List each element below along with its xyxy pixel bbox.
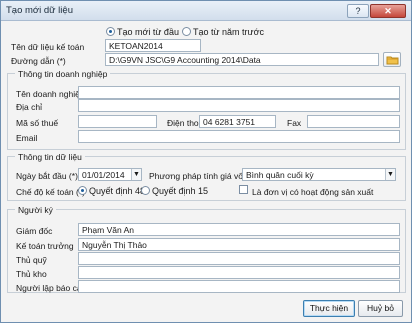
cashier-label: Thủ quỹ bbox=[16, 255, 47, 265]
director-input[interactable]: Phạm Văn An bbox=[78, 223, 400, 236]
data-info-section-title: Thông tin dữ liệu bbox=[15, 152, 85, 162]
production-unit-checkbox[interactable] bbox=[239, 185, 248, 194]
radio-selected-icon bbox=[78, 186, 87, 196]
company-address-label: Địa chỉ bbox=[16, 102, 42, 112]
chief-accountant-input[interactable]: Nguyễn Thị Thảo bbox=[78, 238, 400, 251]
execute-button[interactable]: Thực hiện bbox=[303, 300, 355, 317]
phone-input[interactable]: 04 6281 3751 bbox=[199, 115, 276, 128]
company-address-input[interactable] bbox=[78, 99, 400, 112]
radio-decision-15[interactable]: Quyết định 15 bbox=[141, 185, 208, 197]
database-path-label: Đường dẫn (*) bbox=[11, 56, 66, 66]
from-previous-year-label: Tạo từ năm trước bbox=[193, 26, 264, 37]
decision-48-label: Quyết định 48 bbox=[89, 185, 146, 196]
report-preparer-input[interactable] bbox=[78, 280, 400, 293]
start-date-value: 01/01/2014 bbox=[82, 170, 125, 180]
folder-icon bbox=[386, 56, 399, 65]
director-label: Giám đốc bbox=[16, 226, 53, 236]
title-bar: Tạo mới dữ liệu ? ✕ bbox=[1, 1, 411, 21]
decision-15-label: Quyết định 15 bbox=[152, 185, 209, 196]
email-input[interactable] bbox=[78, 130, 400, 143]
company-name-input[interactable] bbox=[78, 86, 400, 99]
radio-from-previous-year[interactable]: Tạo từ năm trước bbox=[182, 26, 264, 38]
accounting-regime-label: Chế độ kế toán (*) bbox=[16, 187, 85, 197]
cancel-button[interactable]: Huỷ bỏ bbox=[358, 300, 403, 317]
production-unit-label: Là đơn vị có hoạt động sản xuất bbox=[252, 187, 374, 197]
chief-accountant-label: Kế toán trưởng bbox=[16, 241, 74, 251]
cashier-input[interactable] bbox=[78, 252, 400, 265]
browse-folder-button[interactable] bbox=[383, 52, 401, 67]
radio-selected-icon bbox=[106, 27, 115, 37]
window-title: Tạo mới dữ liệu bbox=[6, 5, 73, 16]
radio-unselected-icon bbox=[141, 186, 150, 196]
database-name-input[interactable]: KETOAN2014 bbox=[105, 39, 201, 52]
report-preparer-label: Người lập báo cáo bbox=[16, 283, 87, 293]
signers-section-title: Người ký bbox=[15, 205, 56, 215]
email-label: Email bbox=[16, 133, 38, 143]
storekeeper-input[interactable] bbox=[78, 266, 400, 279]
help-button[interactable]: ? bbox=[347, 4, 369, 18]
storekeeper-label: Thủ kho bbox=[16, 269, 47, 279]
start-date-picker[interactable]: 01/01/2014 ▼ bbox=[78, 168, 142, 181]
close-button[interactable]: ✕ bbox=[370, 4, 406, 18]
chevron-down-icon[interactable]: ▼ bbox=[385, 169, 395, 180]
database-path-input[interactable]: D:\G9VN JSC\G9 Accounting 2014\Data bbox=[105, 53, 379, 66]
create-new-label: Tạo mới từ đầu bbox=[117, 26, 179, 37]
create-data-dialog: Tạo mới dữ liệu ? ✕ Tạo mới từ đầu Tạo t… bbox=[0, 0, 412, 323]
fax-label: Fax bbox=[287, 118, 302, 128]
radio-unselected-icon bbox=[182, 27, 191, 37]
radio-decision-48[interactable]: Quyết định 48 bbox=[78, 185, 145, 197]
start-date-label: Ngày bắt đầu (*) bbox=[16, 171, 78, 181]
radio-create-new[interactable]: Tạo mới từ đầu bbox=[106, 26, 179, 38]
costing-method-select[interactable]: Bình quân cuối kỳ ▼ bbox=[242, 168, 396, 181]
database-name-label: Tên dữ liệu kế toán bbox=[11, 42, 85, 52]
tax-code-label: Mã số thuế bbox=[16, 118, 59, 128]
chevron-down-icon[interactable]: ▼ bbox=[131, 169, 141, 180]
fax-input[interactable] bbox=[307, 115, 400, 128]
costing-method-value: Bình quân cuối kỳ bbox=[246, 170, 314, 180]
company-section-title: Thông tin doanh nghiệp bbox=[15, 69, 111, 79]
company-name-label: Tên doanh nghiệp bbox=[16, 89, 85, 99]
tax-code-input[interactable] bbox=[78, 115, 157, 128]
